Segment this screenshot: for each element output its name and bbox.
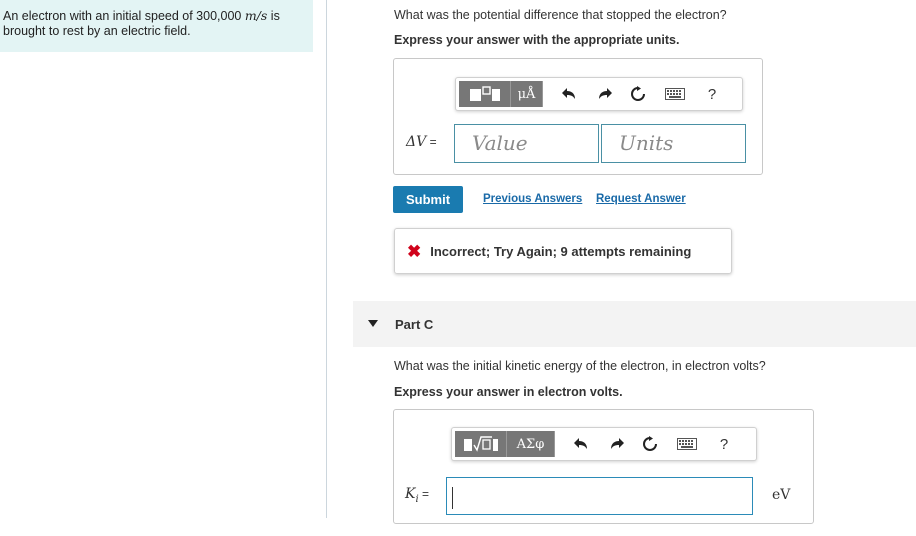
reset-icon[interactable]	[621, 77, 655, 111]
keyboard-icon[interactable]	[667, 427, 707, 461]
part-c-header[interactable]: Part C	[353, 301, 916, 347]
part-c-instruction: Express your answer in electron volts.	[394, 385, 623, 399]
keyboard-icon[interactable]	[655, 77, 695, 111]
delta-v-label: ΔV =	[406, 134, 437, 150]
delta-v-symbol: ΔV	[406, 134, 427, 150]
reset-icon[interactable]	[633, 427, 667, 461]
part-b-question: What was the potential difference that s…	[394, 8, 727, 22]
collapse-triangle-icon[interactable]	[368, 320, 378, 327]
templates-button[interactable]	[459, 81, 511, 107]
part-b-toolbar: μÅ ?	[455, 77, 743, 111]
template-button-group: μÅ	[459, 81, 543, 107]
previous-answers-link[interactable]: Previous Answers	[483, 193, 582, 205]
ki-symbol: K	[405, 486, 416, 502]
units-button[interactable]: μÅ	[511, 81, 543, 107]
redo-icon[interactable]	[599, 427, 633, 461]
column-divider	[326, 0, 327, 518]
template-icon	[469, 86, 500, 101]
problem-statement: An electron with an initial speed of 300…	[0, 0, 313, 52]
greek-symbols-button[interactable]: ΑΣφ	[507, 431, 555, 457]
part-c-toolbar: ΑΣφ ?	[451, 427, 757, 461]
incorrect-icon: ✖	[407, 241, 422, 261]
redo-icon[interactable]	[587, 77, 621, 111]
help-icon[interactable]: ?	[695, 77, 729, 111]
text-cursor	[452, 486, 453, 509]
value-input[interactable]: Value	[454, 124, 599, 163]
units-input[interactable]: Units	[601, 124, 746, 163]
feedback-box: ✖ Incorrect; Try Again; 9 attempts remai…	[394, 228, 732, 274]
part-b-instruction: Express your answer with the appropriate…	[394, 33, 680, 47]
submit-button[interactable]: Submit	[393, 186, 463, 213]
speed-unit: m/s	[244, 8, 268, 23]
part-c-question: What was the initial kinetic energy of t…	[394, 359, 766, 373]
ki-equals: =	[418, 487, 430, 501]
ev-unit-label: eV	[772, 487, 791, 503]
help-icon[interactable]: ?	[707, 427, 741, 461]
part-c-title: Part C	[395, 317, 434, 332]
ki-label: Ki =	[405, 486, 429, 505]
kinetic-energy-input[interactable]	[446, 477, 753, 515]
templates-button[interactable]	[455, 431, 507, 457]
feedback-text: Incorrect; Try Again; 9 attempts remaini…	[430, 243, 692, 259]
sqrt-template-icon	[463, 436, 498, 452]
template-button-group: ΑΣφ	[455, 431, 555, 457]
request-answer-link[interactable]: Request Answer	[596, 193, 686, 205]
undo-icon[interactable]	[565, 427, 599, 461]
undo-icon[interactable]	[553, 77, 587, 111]
delta-v-equals: =	[426, 135, 437, 149]
problem-text-before: An electron with an initial speed of 300…	[3, 9, 245, 23]
